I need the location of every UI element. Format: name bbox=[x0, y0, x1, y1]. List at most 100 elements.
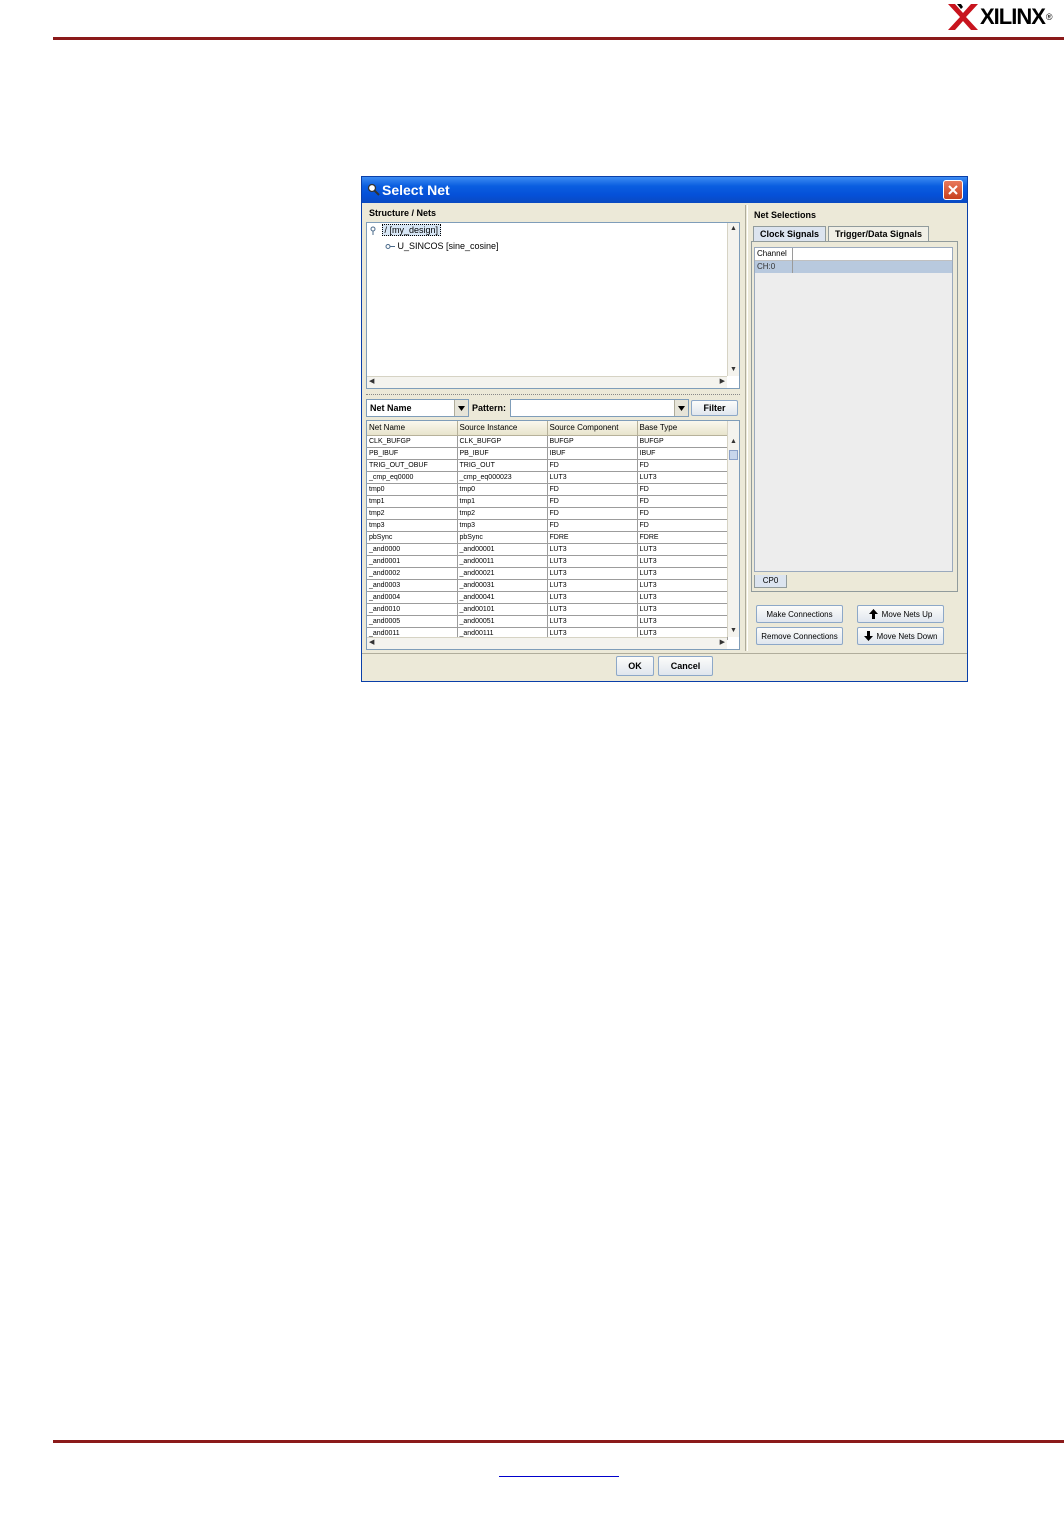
net-name-cell: _and0010 bbox=[367, 603, 458, 616]
base-type-cell: IBUF bbox=[637, 447, 728, 460]
table-row[interactable]: CLK_BUFGP CLK_BUFGP BUFGP BUFGP bbox=[367, 435, 728, 448]
structure-tree[interactable]: / [my_design] U_SINCOS [sine_cosine] ▲ ▼… bbox=[366, 222, 740, 389]
table-header-row: Net Name Source Instance Source Componen… bbox=[367, 421, 728, 436]
table-row[interactable]: _and0001 _and00011 LUT3 LUT3 bbox=[367, 555, 728, 568]
channel-cell: CH:0 bbox=[757, 262, 776, 271]
header-rule bbox=[53, 37, 1064, 40]
pattern-input[interactable] bbox=[510, 399, 689, 417]
source-component-cell: FD bbox=[547, 519, 638, 532]
net-name-cell: tmp2 bbox=[367, 507, 458, 520]
channel-header: Channel bbox=[755, 248, 952, 261]
channel-table[interactable]: Channel CH:0 bbox=[754, 247, 953, 572]
source-instance-cell: _and00051 bbox=[457, 615, 548, 628]
split-pane-divider[interactable] bbox=[366, 394, 740, 397]
vertical-split-divider[interactable] bbox=[745, 205, 748, 651]
filter-button[interactable]: Filter bbox=[691, 400, 738, 416]
source-instance-cell: _and00001 bbox=[457, 543, 548, 556]
tree-horizontal-scrollbar[interactable]: ◀ ▶ bbox=[367, 376, 727, 388]
net-table[interactable]: Net Name Source Instance Source Componen… bbox=[366, 420, 740, 650]
table-row[interactable]: _and0010 _and00101 LUT3 LUT3 bbox=[367, 603, 728, 616]
move-nets-down-label: Move Nets Down bbox=[876, 631, 938, 641]
source-instance-cell: pbSync bbox=[457, 531, 548, 544]
table-horizontal-scrollbar[interactable]: ◀ ▶ bbox=[367, 637, 727, 649]
tab-cp0[interactable]: CP0 bbox=[754, 575, 787, 588]
table-row[interactable]: PB_IBUF PB_IBUF IBUF IBUF bbox=[367, 447, 728, 460]
net-selections-label: Net Selections bbox=[754, 210, 817, 220]
close-icon bbox=[948, 185, 958, 195]
net-name-cell: _cmp_eq0000 bbox=[367, 471, 458, 484]
tab-trigger-data-signals[interactable]: Trigger/Data Signals bbox=[828, 226, 930, 241]
chevron-down-icon[interactable] bbox=[454, 400, 468, 416]
source-component-cell: LUT3 bbox=[547, 579, 638, 592]
table-row[interactable]: tmp2 tmp2 FD FD bbox=[367, 507, 728, 520]
column-header-source-instance[interactable]: Source Instance bbox=[457, 421, 548, 436]
base-type-cell: LUT3 bbox=[637, 543, 728, 556]
scroll-thumb[interactable] bbox=[729, 450, 738, 460]
magnifier-icon bbox=[367, 183, 380, 196]
move-nets-down-button[interactable]: Move Nets Down bbox=[857, 627, 944, 645]
base-type-cell: FD bbox=[637, 519, 728, 532]
move-nets-up-button[interactable]: Move Nets Up bbox=[857, 605, 944, 623]
net-name-cell: _and0005 bbox=[367, 615, 458, 628]
remove-connections-button[interactable]: Remove Connections bbox=[756, 627, 843, 645]
chevron-down-icon[interactable] bbox=[674, 400, 688, 416]
cancel-button[interactable]: Cancel bbox=[658, 656, 713, 676]
table-row[interactable]: pbSync pbSync FDRE FDRE bbox=[367, 531, 728, 544]
table-row[interactable]: _and0002 _and00021 LUT3 LUT3 bbox=[367, 567, 728, 580]
table-row[interactable]: _and0004 _and00041 LUT3 LUT3 bbox=[367, 591, 728, 604]
table-vertical-scrollbar[interactable]: ▲ ▼ bbox=[727, 421, 739, 637]
base-type-cell: LUT3 bbox=[637, 615, 728, 628]
tree-node-root[interactable]: / [my_design] bbox=[370, 224, 442, 236]
table-row[interactable]: CH:0 bbox=[755, 261, 952, 273]
scroll-left-icon[interactable]: ◀ bbox=[369, 638, 374, 648]
filter-field-select[interactable]: Net Name bbox=[366, 399, 469, 417]
scroll-up-icon[interactable]: ▲ bbox=[730, 224, 737, 234]
table-row[interactable]: _and0005 _and00051 LUT3 LUT3 bbox=[367, 615, 728, 628]
make-connections-button[interactable]: Make Connections bbox=[756, 605, 843, 623]
scroll-down-icon[interactable]: ▼ bbox=[730, 626, 737, 636]
base-type-cell: BUFGP bbox=[637, 435, 728, 448]
base-type-cell: LUT3 bbox=[637, 591, 728, 604]
channel-column-label: Channel bbox=[757, 249, 787, 258]
source-component-cell: FD bbox=[547, 459, 638, 472]
source-component-cell: LUT3 bbox=[547, 591, 638, 604]
arrow-down-icon bbox=[863, 631, 873, 641]
xilinx-mark-icon bbox=[948, 4, 978, 30]
table-row[interactable]: tmp1 tmp1 FD FD bbox=[367, 495, 728, 508]
footer-link[interactable] bbox=[499, 1463, 619, 1477]
table-row[interactable]: _and0000 _and00001 LUT3 LUT3 bbox=[367, 543, 728, 556]
net-name-cell: _and0000 bbox=[367, 543, 458, 556]
table-row[interactable]: tmp3 tmp3 FD FD bbox=[367, 519, 728, 532]
table-row[interactable]: _and0003 _and00031 LUT3 LUT3 bbox=[367, 579, 728, 592]
net-name-cell: TRIG_OUT_OBUF bbox=[367, 459, 458, 472]
table-row[interactable]: TRIG_OUT_OBUF TRIG_OUT FD FD bbox=[367, 459, 728, 472]
tree-vertical-scrollbar[interactable]: ▲ ▼ bbox=[727, 223, 739, 376]
column-header-source-component[interactable]: Source Component bbox=[547, 421, 638, 436]
tab-clock-signals[interactable]: Clock Signals bbox=[753, 226, 827, 242]
source-instance-cell: PB_IBUF bbox=[457, 447, 548, 460]
ok-button[interactable]: OK bbox=[616, 656, 654, 676]
table-row[interactable]: _cmp_eq0000 _cmp_eq000023 LUT3 LUT3 bbox=[367, 471, 728, 484]
scroll-up-icon[interactable]: ▲ bbox=[730, 437, 737, 447]
source-component-cell: FD bbox=[547, 507, 638, 520]
scroll-left-icon[interactable]: ◀ bbox=[369, 377, 374, 387]
scroll-down-icon[interactable]: ▼ bbox=[730, 365, 737, 375]
dialog-title: Select Net bbox=[382, 182, 450, 198]
net-name-cell: tmp0 bbox=[367, 483, 458, 496]
net-name-cell: tmp1 bbox=[367, 495, 458, 508]
close-button[interactable] bbox=[943, 180, 963, 200]
scroll-right-icon[interactable]: ▶ bbox=[720, 377, 725, 387]
net-name-cell: _and0004 bbox=[367, 591, 458, 604]
scroll-right-icon[interactable]: ▶ bbox=[720, 638, 725, 648]
tree-node-child[interactable]: U_SINCOS [sine_cosine] bbox=[385, 241, 499, 251]
source-component-cell: LUT3 bbox=[547, 615, 638, 628]
column-header-net-name[interactable]: Net Name bbox=[367, 421, 458, 436]
base-type-cell: FDRE bbox=[637, 531, 728, 544]
column-header-base-type[interactable]: Base Type bbox=[637, 421, 728, 436]
arrow-up-icon bbox=[868, 609, 878, 619]
table-row[interactable]: tmp0 tmp0 FD FD bbox=[367, 483, 728, 496]
net-name-cell: _and0001 bbox=[367, 555, 458, 568]
dialog-titlebar[interactable]: Select Net bbox=[362, 177, 967, 203]
move-nets-up-label: Move Nets Up bbox=[881, 609, 933, 619]
source-instance-cell: tmp2 bbox=[457, 507, 548, 520]
